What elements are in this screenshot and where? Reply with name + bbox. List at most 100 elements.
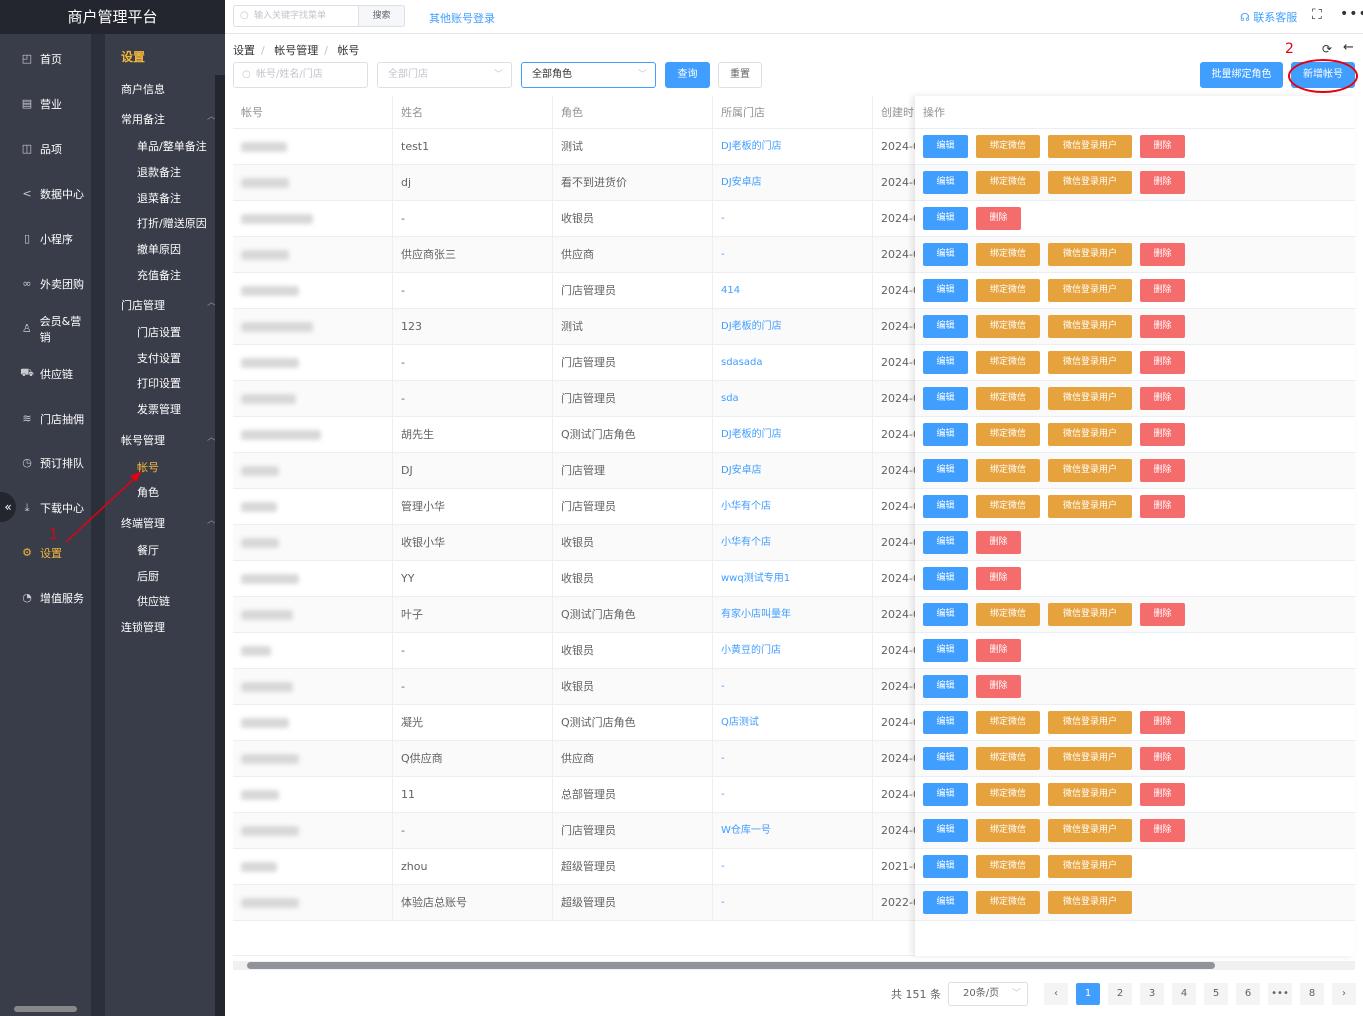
cell-store[interactable]: wwq测试专用1 bbox=[713, 561, 873, 597]
delete-button[interactable]: 删除 bbox=[1140, 459, 1185, 482]
wechat-login-user-button[interactable]: 微信登录用户 bbox=[1048, 171, 1132, 194]
bind-wechat-button[interactable]: 绑定微信 bbox=[976, 243, 1040, 266]
breadcrumb-item[interactable]: 帐号管理 bbox=[274, 44, 318, 57]
cell-store[interactable]: - bbox=[713, 849, 873, 885]
bind-wechat-button[interactable]: 绑定微信 bbox=[976, 855, 1040, 878]
delete-button[interactable]: 删除 bbox=[976, 531, 1021, 554]
cell-store[interactable]: 有家小店叫量年 bbox=[713, 597, 873, 633]
wechat-login-user-button[interactable]: 微信登录用户 bbox=[1048, 351, 1132, 374]
scrollbar-thumb[interactable] bbox=[247, 962, 1215, 969]
cell-store[interactable]: - bbox=[713, 885, 873, 921]
store-select[interactable]: 全部门店 ﹀ bbox=[377, 62, 512, 88]
edit-button[interactable]: 编辑 bbox=[923, 603, 968, 626]
edit-button[interactable]: 编辑 bbox=[923, 675, 968, 698]
column-header-store[interactable]: 所属门店 bbox=[713, 96, 873, 129]
delete-button[interactable]: 删除 bbox=[1140, 603, 1185, 626]
horizontal-scrollbar[interactable] bbox=[233, 961, 1355, 970]
delete-button[interactable]: 删除 bbox=[1140, 819, 1185, 842]
back-arrow-icon[interactable]: ← bbox=[1343, 40, 1354, 55]
cell-store[interactable]: - bbox=[713, 201, 873, 237]
bind-wechat-button[interactable]: 绑定微信 bbox=[976, 135, 1040, 158]
column-header-role[interactable]: 角色 bbox=[553, 96, 713, 129]
edit-button[interactable]: 编辑 bbox=[923, 207, 968, 230]
bind-wechat-button[interactable]: 绑定微信 bbox=[976, 783, 1040, 806]
edit-button[interactable]: 编辑 bbox=[923, 495, 968, 518]
delete-button[interactable]: 删除 bbox=[1140, 711, 1185, 734]
delete-button[interactable]: 删除 bbox=[1140, 423, 1185, 446]
delete-button[interactable]: 删除 bbox=[1140, 747, 1185, 770]
page-button[interactable]: 3 bbox=[1140, 983, 1164, 1005]
cell-store[interactable]: DJ安卓店 bbox=[713, 165, 873, 201]
delete-button[interactable]: 删除 bbox=[1140, 279, 1185, 302]
cell-store[interactable]: - bbox=[713, 237, 873, 273]
cell-store[interactable]: DJ老板的门店 bbox=[713, 309, 873, 345]
edit-button[interactable]: 编辑 bbox=[923, 387, 968, 410]
other-account-login-link[interactable]: 其他账号登录 bbox=[429, 10, 495, 26]
edit-button[interactable]: 编辑 bbox=[923, 243, 968, 266]
bind-wechat-button[interactable]: 绑定微信 bbox=[976, 891, 1040, 914]
cell-store[interactable]: - bbox=[713, 777, 873, 813]
column-header-account[interactable]: 帐号 bbox=[233, 96, 393, 129]
page-button[interactable]: 6 bbox=[1236, 983, 1260, 1005]
menu-search-button[interactable]: 搜索 bbox=[358, 5, 405, 27]
bind-wechat-button[interactable]: 绑定微信 bbox=[976, 747, 1040, 770]
cell-store[interactable]: DJ安卓店 bbox=[713, 453, 873, 489]
wechat-login-user-button[interactable]: 微信登录用户 bbox=[1048, 423, 1132, 446]
edit-button[interactable]: 编辑 bbox=[923, 747, 968, 770]
page-button[interactable]: 8 bbox=[1300, 983, 1324, 1005]
query-button[interactable]: 查询 bbox=[665, 62, 710, 88]
page-button[interactable]: 2 bbox=[1108, 983, 1132, 1005]
bind-wechat-button[interactable]: 绑定微信 bbox=[976, 387, 1040, 410]
wechat-login-user-button[interactable]: 微信登录用户 bbox=[1048, 711, 1132, 734]
menu-search-input[interactable]: ○ 输入关键字找菜单 bbox=[233, 5, 359, 27]
edit-button[interactable]: 编辑 bbox=[923, 639, 968, 662]
wechat-login-user-button[interactable]: 微信登录用户 bbox=[1048, 243, 1132, 266]
bind-wechat-button[interactable]: 绑定微信 bbox=[976, 315, 1040, 338]
edit-button[interactable]: 编辑 bbox=[923, 135, 968, 158]
delete-button[interactable]: 删除 bbox=[976, 567, 1021, 590]
cell-store[interactable]: - bbox=[713, 741, 873, 777]
cell-store[interactable]: DJ老板的门店 bbox=[713, 417, 873, 453]
delete-button[interactable]: 删除 bbox=[1140, 315, 1185, 338]
edit-button[interactable]: 编辑 bbox=[923, 459, 968, 482]
page-button[interactable]: 5 bbox=[1204, 983, 1228, 1005]
wechat-login-user-button[interactable]: 微信登录用户 bbox=[1048, 495, 1132, 518]
edit-button[interactable]: 编辑 bbox=[923, 171, 968, 194]
delete-button[interactable]: 删除 bbox=[1140, 351, 1185, 374]
wechat-login-user-button[interactable]: 微信登录用户 bbox=[1048, 819, 1132, 842]
delete-button[interactable]: 删除 bbox=[1140, 387, 1185, 410]
cell-store[interactable]: 小黄豆的门店 bbox=[713, 633, 873, 669]
wechat-login-user-button[interactable]: 微信登录用户 bbox=[1048, 603, 1132, 626]
edit-button[interactable]: 编辑 bbox=[923, 423, 968, 446]
edit-button[interactable]: 编辑 bbox=[923, 351, 968, 374]
breadcrumb-item[interactable]: 设置 bbox=[233, 44, 255, 57]
page-size-select[interactable]: 20条/页 ﹀ bbox=[948, 982, 1028, 1006]
refresh-icon[interactable]: ⟳ bbox=[1322, 42, 1332, 56]
edit-button[interactable]: 编辑 bbox=[923, 891, 968, 914]
bind-wechat-button[interactable]: 绑定微信 bbox=[976, 171, 1040, 194]
delete-button[interactable]: 删除 bbox=[1140, 135, 1185, 158]
edit-button[interactable]: 编辑 bbox=[923, 855, 968, 878]
batch-bind-role-button[interactable]: 批量绑定角色 bbox=[1200, 62, 1283, 88]
wechat-login-user-button[interactable]: 微信登录用户 bbox=[1048, 135, 1132, 158]
edit-button[interactable]: 编辑 bbox=[923, 711, 968, 734]
cell-store[interactable]: 414 bbox=[713, 273, 873, 309]
delete-button[interactable]: 删除 bbox=[1140, 495, 1185, 518]
edit-button[interactable]: 编辑 bbox=[923, 783, 968, 806]
bind-wechat-button[interactable]: 绑定微信 bbox=[976, 711, 1040, 734]
more-pages-icon[interactable]: ••• bbox=[1268, 983, 1292, 1005]
more-icon[interactable]: ••• bbox=[1340, 6, 1363, 22]
bind-wechat-button[interactable]: 绑定微信 bbox=[976, 819, 1040, 842]
page-button[interactable]: 4 bbox=[1172, 983, 1196, 1005]
edit-button[interactable]: 编辑 bbox=[923, 531, 968, 554]
cell-store[interactable]: DJ老板的门店 bbox=[713, 129, 873, 165]
bind-wechat-button[interactable]: 绑定微信 bbox=[976, 603, 1040, 626]
wechat-login-user-button[interactable]: 微信登录用户 bbox=[1048, 855, 1132, 878]
keyword-search-input[interactable]: ○ 帐号/姓名/门店 bbox=[233, 62, 368, 88]
wechat-login-user-button[interactable]: 微信登录用户 bbox=[1048, 891, 1132, 914]
bind-wechat-button[interactable]: 绑定微信 bbox=[976, 495, 1040, 518]
prev-page-button[interactable]: ‹ bbox=[1044, 983, 1068, 1005]
wechat-login-user-button[interactable]: 微信登录用户 bbox=[1048, 747, 1132, 770]
reset-button[interactable]: 重置 bbox=[718, 62, 762, 88]
delete-button[interactable]: 删除 bbox=[976, 675, 1021, 698]
